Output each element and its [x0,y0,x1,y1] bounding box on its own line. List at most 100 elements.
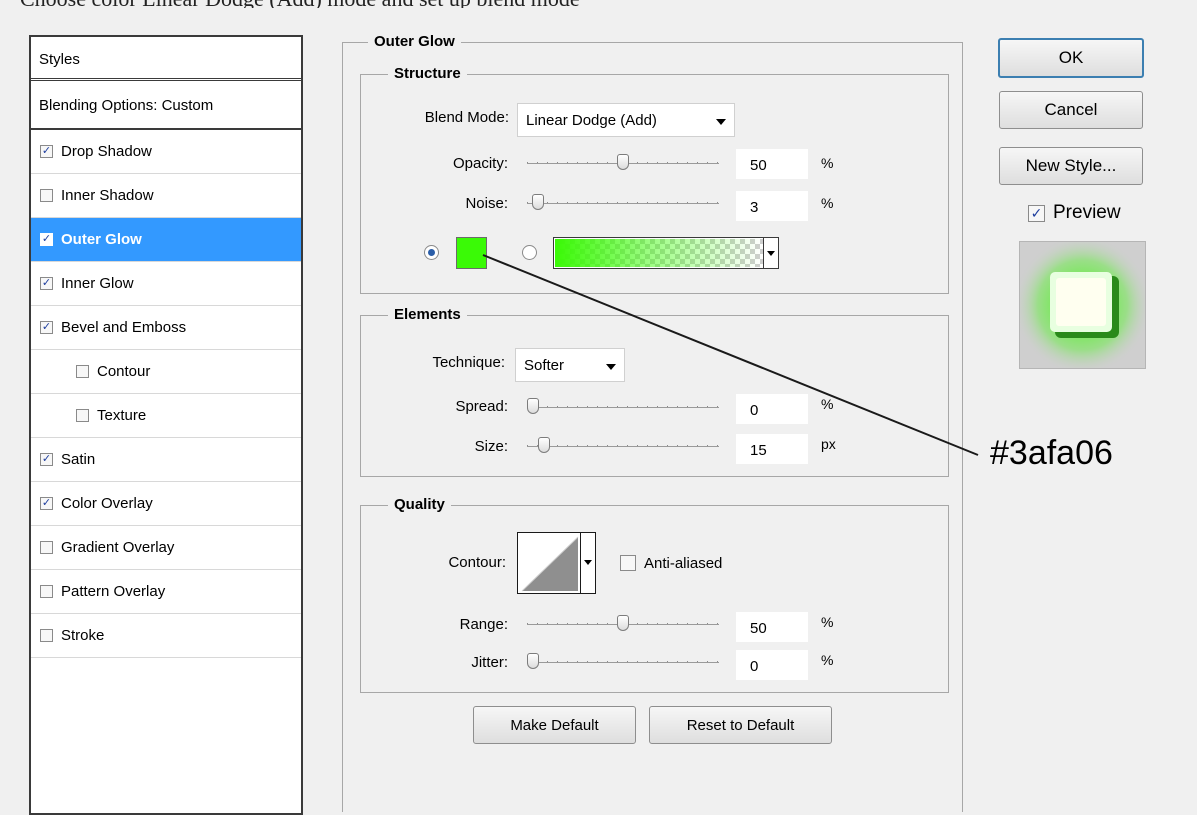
style-item-outer-glow[interactable]: ✓ Outer Glow [31,218,301,262]
technique-select[interactable]: Softer [515,348,625,382]
jitter-label: Jitter: [471,654,508,671]
opacity-unit: % [821,155,834,171]
size-slider-thumb[interactable] [538,437,550,453]
new-style-button[interactable]: New Style... [999,147,1143,185]
noise-label: Noise: [465,195,508,212]
jitter-slider-thumb[interactable] [527,653,539,669]
blend-mode-value: Linear Dodge (Add) [526,112,657,129]
range-input[interactable]: 50 [736,612,808,642]
style-item-label: Bevel and Emboss [61,319,187,336]
contour-dropdown[interactable] [580,533,595,593]
style-checkbox[interactable]: ✓ [40,233,53,246]
size-input[interactable]: 15 [736,434,808,464]
chevron-down-icon [584,560,592,565]
preview-glow-square-icon [1020,242,1145,368]
style-item-label: Color Overlay [61,495,153,512]
opacity-slider[interactable] [527,154,719,170]
style-item-label: Drop Shadow [61,143,152,160]
preview-label: Preview [1053,202,1121,223]
style-item-gradient-overlay[interactable]: Gradient Overlay [31,526,301,570]
style-checkbox[interactable] [40,189,53,202]
range-slider-thumb[interactable] [617,615,629,631]
style-checkbox[interactable]: ✓ [40,277,53,290]
style-checkbox[interactable] [40,585,53,598]
reset-to-default-button[interactable]: Reset to Default [649,706,832,744]
style-item-inner-shadow[interactable]: Inner Shadow [31,174,301,218]
style-preview-thumbnail [1019,241,1146,369]
style-checkbox[interactable] [40,629,53,642]
contour-label: Contour: [448,554,506,571]
anti-aliased-checkbox[interactable] [620,555,636,571]
style-item-contour[interactable]: Contour [31,350,301,394]
contour-picker[interactable] [517,532,596,594]
style-item-bevel-and-emboss[interactable]: ✓ Bevel and Emboss [31,306,301,350]
quality-title: Quality [388,496,451,513]
color-hex-annotation: #3afa06 [990,434,1113,472]
style-item-texture[interactable]: Texture [31,394,301,438]
noise-slider[interactable] [527,194,719,210]
technique-label: Technique: [432,354,505,371]
elements-box: Elements Technique: Softer Spread: 0 % S… [360,306,949,477]
style-item-label: Texture [97,407,147,424]
spread-slider[interactable] [527,398,719,414]
style-item-stroke[interactable]: Stroke [31,614,301,658]
blend-mode-select[interactable]: Linear Dodge (Add) [517,103,735,137]
noise-slider-thumb[interactable] [532,194,544,210]
gradient-dropdown[interactable] [763,238,778,268]
blending-options-item[interactable]: Blending Options: Custom [31,81,301,130]
style-checkbox[interactable]: ✓ [40,145,53,158]
style-item-inner-glow[interactable]: ✓ Inner Glow [31,262,301,306]
size-unit: px [821,436,836,452]
style-item-label: Inner Shadow [61,187,154,204]
style-item-pattern-overlay[interactable]: Pattern Overlay [31,570,301,614]
anti-aliased-label: Anti-aliased [644,555,723,572]
size-slider[interactable] [527,437,719,453]
style-item-label: Contour [97,363,151,380]
gradient-preview [555,239,763,267]
make-default-button[interactable]: Make Default [473,706,636,744]
glow-gradient-picker[interactable] [553,237,779,269]
contour-preview-icon [521,536,579,592]
cancel-button[interactable]: Cancel [999,91,1143,129]
style-checkbox[interactable]: ✓ [40,497,53,510]
opacity-slider-thumb[interactable] [617,154,629,170]
style-item-color-overlay[interactable]: ✓ Color Overlay [31,482,301,526]
solid-color-radio[interactable] [424,245,439,260]
range-unit: % [821,614,834,630]
range-slider[interactable] [527,615,719,631]
page-top-caption: Choose color Linear Dodge (Add) mode and… [20,0,920,8]
jitter-slider[interactable] [527,653,719,669]
style-item-label: Outer Glow [61,231,142,248]
elements-title: Elements [388,306,467,323]
jitter-input[interactable]: 0 [736,650,808,680]
jitter-unit: % [821,652,834,668]
chevron-down-icon [606,364,616,370]
chevron-down-icon [767,251,775,256]
styles-header[interactable]: Styles [31,37,301,81]
spread-label: Spread: [455,398,508,415]
style-checkbox[interactable] [40,541,53,554]
opacity-label: Opacity: [452,155,508,172]
structure-box: Structure Blend Mode: Linear Dodge (Add)… [360,65,949,294]
glow-color-swatch[interactable] [456,237,487,269]
style-checkbox[interactable] [76,409,89,422]
style-item-label: Stroke [61,627,105,644]
spread-input[interactable]: 0 [736,394,808,424]
styles-list-panel: Styles Blending Options: Custom ✓ Drop Sh… [29,35,303,815]
noise-input[interactable]: 3 [736,191,808,221]
spread-slider-thumb[interactable] [527,398,539,414]
style-item-drop-shadow[interactable]: ✓ Drop Shadow [31,130,301,174]
preview-checkbox[interactable]: ✓ [1028,205,1045,222]
ok-button[interactable]: OK [998,38,1144,78]
style-item-label: Gradient Overlay [61,539,175,556]
style-checkbox[interactable] [76,365,89,378]
style-checkbox[interactable]: ✓ [40,321,53,334]
technique-value: Softer [524,357,565,374]
style-item-satin[interactable]: ✓ Satin [31,438,301,482]
opacity-input[interactable]: 50 [736,149,808,179]
noise-unit: % [821,195,834,211]
gradient-radio[interactable] [522,245,537,260]
style-item-label: Satin [61,451,96,468]
chevron-down-icon [716,119,726,125]
style-checkbox[interactable]: ✓ [40,453,53,466]
